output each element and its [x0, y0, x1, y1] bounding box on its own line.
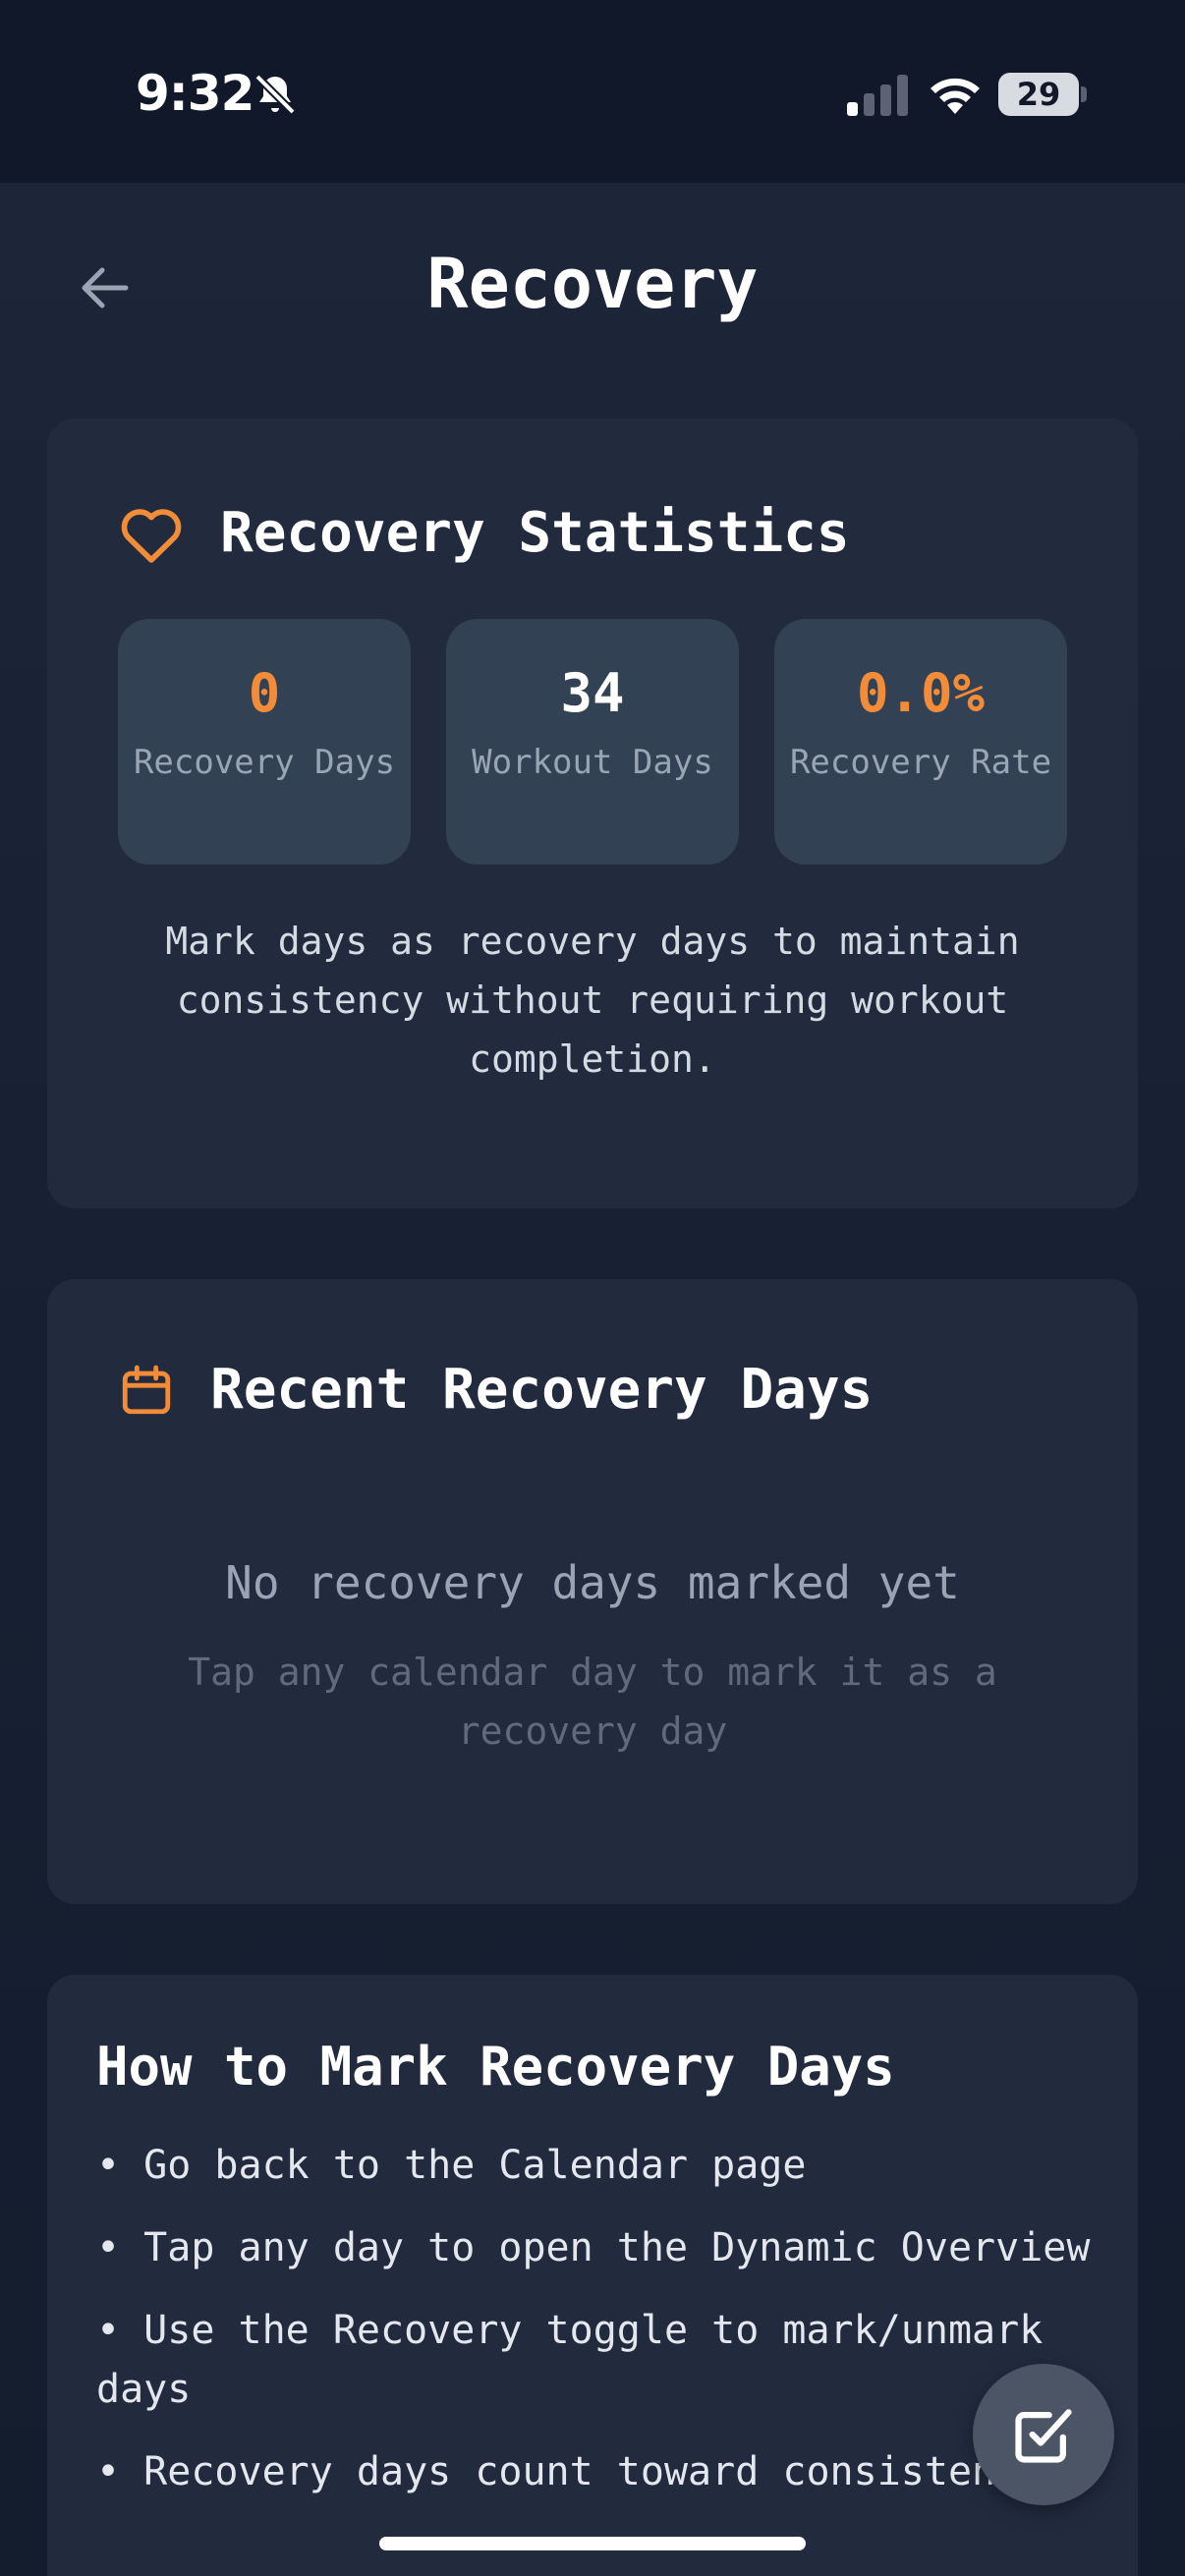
stats-card-header: Recovery Statistics [118, 501, 850, 565]
how-to-item: • Go back to the Calendar page [96, 2143, 807, 2188]
empty-state-subtitle: Tap any calendar day to mark it as a rec… [188, 1651, 997, 1753]
calendar-icon [122, 1365, 171, 1414]
status-time: 9:32 [136, 65, 254, 122]
how-to-item: • Tap any day to open the Dynamic Overvi… [96, 2225, 1091, 2270]
stat-value: 34 [560, 662, 625, 724]
stat-workout-days: 34 Workout Days [446, 619, 739, 865]
battery-tip [1081, 86, 1087, 102]
stat-label: Workout Days [472, 743, 713, 782]
status-bar: 9:32 29 [0, 0, 1185, 183]
page-title: Recovery [426, 244, 759, 324]
how-to-item: • Recovery days count toward consistency [96, 2449, 1044, 2494]
how-to-item: • Use the Recovery toggle to mark/unmark… [96, 2308, 1044, 2412]
stats-description: Mark days as recovery days to maintain c… [165, 920, 1020, 1081]
how-to-title: How to Mark Recovery Days [96, 2036, 895, 2098]
stat-recovery-days: 0 Recovery Days [118, 619, 411, 865]
checkbox-fab-button[interactable] [973, 2364, 1114, 2505]
stat-label: Recovery Rate [789, 743, 1052, 782]
cellular-signal-icon [847, 75, 908, 116]
recent-recovery-days-card: Recent Recovery Days No recovery days ma… [47, 1279, 1138, 1904]
stat-value: 0.0% [856, 662, 986, 724]
bell-slash-icon [254, 74, 296, 115]
stats-card-title: Recovery Statistics [220, 501, 850, 565]
checkbox-edit-icon [1015, 2409, 1072, 2463]
empty-state-title: No recovery days marked yet [225, 1556, 960, 1609]
stat-recovery-rate: 0.0% Recovery Rate [774, 619, 1067, 865]
recovery-statistics-card: Recovery Statistics 0 Recovery Days 34 W… [47, 419, 1138, 1208]
how-to-card: How to Mark Recovery Days • Go back to t… [47, 1975, 1138, 2576]
stat-value: 0 [248, 662, 281, 724]
recent-card-header: Recent Recovery Days [118, 1358, 873, 1422]
how-to-list: • Go back to the Calendar page • Tap any… [96, 2136, 1118, 2525]
recent-card-title: Recent Recovery Days [210, 1358, 874, 1422]
stat-label: Recovery Days [133, 743, 396, 782]
heart-icon [121, 508, 182, 563]
battery-level: 29 [1016, 76, 1061, 113]
home-indicator[interactable] [379, 2537, 806, 2550]
wifi-icon [931, 78, 980, 114]
